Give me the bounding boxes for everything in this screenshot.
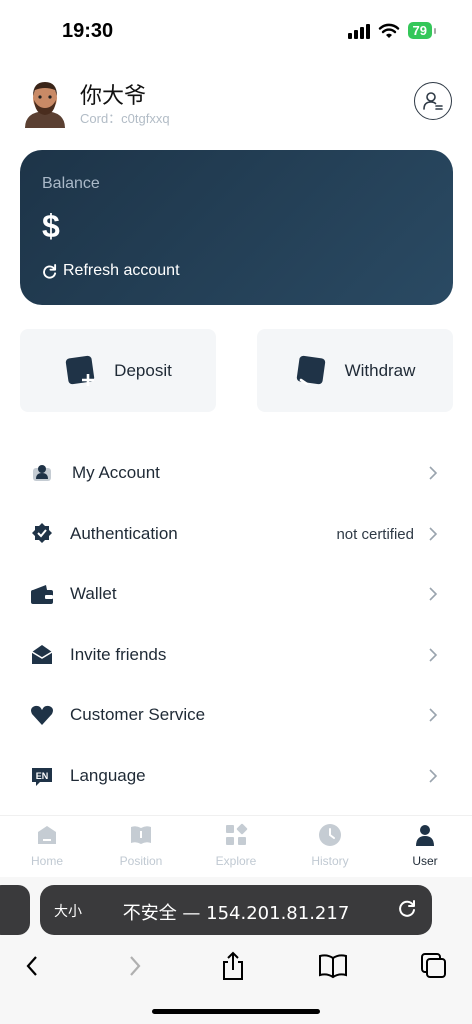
heart-icon bbox=[30, 703, 54, 727]
menu-label-invite-friends: Invite friends bbox=[70, 645, 167, 664]
tab-label-home: Home bbox=[30, 854, 63, 868]
menu-item-customer-service[interactable]: Customer Service bbox=[0, 685, 472, 745]
menu-item-language[interactable]: EN Language bbox=[0, 746, 472, 806]
back-button[interactable] bbox=[17, 951, 47, 981]
home-indicator bbox=[152, 1009, 320, 1014]
user-settings-icon bbox=[423, 92, 443, 110]
envelope-icon bbox=[30, 643, 54, 667]
language-icon-text: EN bbox=[36, 771, 49, 781]
book-icon bbox=[128, 822, 154, 848]
refresh-account-button[interactable]: Refresh account bbox=[42, 262, 180, 280]
deposit-button[interactable]: Deposit bbox=[20, 329, 216, 412]
status-time: 19:30 bbox=[62, 20, 114, 42]
tab-user[interactable]: User bbox=[378, 816, 472, 878]
forward-button[interactable] bbox=[120, 951, 150, 981]
address-bar[interactable]: 大小 不安全 — 154.201.81.217 bbox=[40, 885, 432, 935]
refresh-icon bbox=[43, 263, 57, 279]
balance-value: $ bbox=[42, 208, 60, 244]
reload-icon[interactable] bbox=[396, 898, 418, 920]
tab-label-position: Position bbox=[119, 854, 163, 868]
tab-history[interactable]: History bbox=[283, 816, 377, 878]
bottom-tab-bar: Home Position Explore History User bbox=[0, 815, 472, 877]
signal-icon bbox=[347, 23, 370, 39]
clock-icon bbox=[317, 822, 343, 848]
menu-item-authentication[interactable]: Authentication not certified bbox=[0, 504, 472, 564]
username: 你大爷 bbox=[80, 84, 147, 109]
menu-label-authentication: Authentication bbox=[70, 524, 178, 543]
chevron-right-icon bbox=[429, 587, 438, 601]
deposit-icon bbox=[66, 355, 95, 386]
withdraw-icon bbox=[296, 355, 325, 385]
previous-tab-pill[interactable] bbox=[0, 885, 30, 935]
menu-label-wallet: Wallet bbox=[70, 584, 117, 603]
book-open-icon bbox=[319, 954, 347, 979]
url-text: 不安全 — 154.201.81.217 bbox=[122, 903, 350, 924]
menu-label-my-account: My Account bbox=[72, 463, 160, 482]
authentication-status: not certified bbox=[336, 525, 414, 543]
chevron-right-icon bbox=[429, 527, 438, 541]
status-icons: 79 bbox=[347, 22, 437, 39]
withdraw-label: Withdraw bbox=[344, 360, 416, 380]
menu-label-language: Language bbox=[70, 766, 146, 785]
chevron-right-icon bbox=[130, 956, 141, 976]
chevron-right-icon bbox=[429, 708, 438, 722]
verified-badge-icon bbox=[30, 522, 54, 546]
tab-position[interactable]: Position bbox=[94, 816, 188, 878]
battery-indicator: 79 bbox=[407, 22, 437, 39]
tab-home[interactable]: Home bbox=[0, 816, 94, 878]
profile-header: 你大爷 Cord：c0tgfxxq bbox=[22, 76, 452, 132]
tabs-icon bbox=[421, 953, 446, 978]
avatar[interactable] bbox=[22, 78, 68, 128]
browser-chrome: 大小 不安全 — 154.201.81.217 bbox=[0, 877, 472, 1024]
wallet-icon bbox=[30, 582, 54, 606]
wifi-icon bbox=[378, 23, 399, 38]
withdraw-button[interactable]: Withdraw bbox=[257, 329, 453, 412]
user-icon bbox=[412, 822, 438, 848]
user-code: Cord：c0tgfxxq bbox=[80, 111, 170, 126]
chevron-right-icon bbox=[429, 466, 438, 480]
chevron-right-icon bbox=[429, 648, 438, 662]
deposit-label: Deposit bbox=[114, 360, 172, 380]
refresh-account-label: Refresh account bbox=[63, 262, 180, 279]
browser-toolbar bbox=[0, 945, 472, 985]
grid-icon bbox=[223, 822, 249, 848]
tabs-button[interactable] bbox=[419, 951, 449, 981]
tab-explore[interactable]: Explore bbox=[189, 816, 283, 878]
menu-item-invite-friends[interactable]: Invite friends bbox=[0, 625, 472, 685]
balance-label: Balance bbox=[42, 175, 100, 192]
menu-item-wallet[interactable]: Wallet bbox=[0, 564, 472, 624]
home-icon bbox=[34, 822, 60, 848]
menu-item-my-account[interactable]: My Account bbox=[0, 443, 472, 503]
menu-label-customer-service: Customer Service bbox=[70, 705, 206, 724]
tab-label-explore: Explore bbox=[215, 854, 257, 868]
share-button[interactable] bbox=[218, 951, 248, 981]
bookmarks-button[interactable] bbox=[318, 951, 348, 981]
status-bar: 19:30 79 bbox=[0, 0, 472, 62]
chevron-left-icon bbox=[26, 956, 37, 976]
profile-settings-button[interactable] bbox=[414, 82, 452, 120]
balance-card: Balance $ Refresh account bbox=[20, 150, 453, 305]
share-icon bbox=[223, 951, 243, 980]
user-card-icon bbox=[30, 461, 54, 485]
chevron-right-icon bbox=[429, 769, 438, 783]
tab-label-user: User bbox=[412, 854, 438, 868]
tab-label-history: History bbox=[311, 854, 349, 868]
language-icon: EN bbox=[30, 764, 54, 788]
